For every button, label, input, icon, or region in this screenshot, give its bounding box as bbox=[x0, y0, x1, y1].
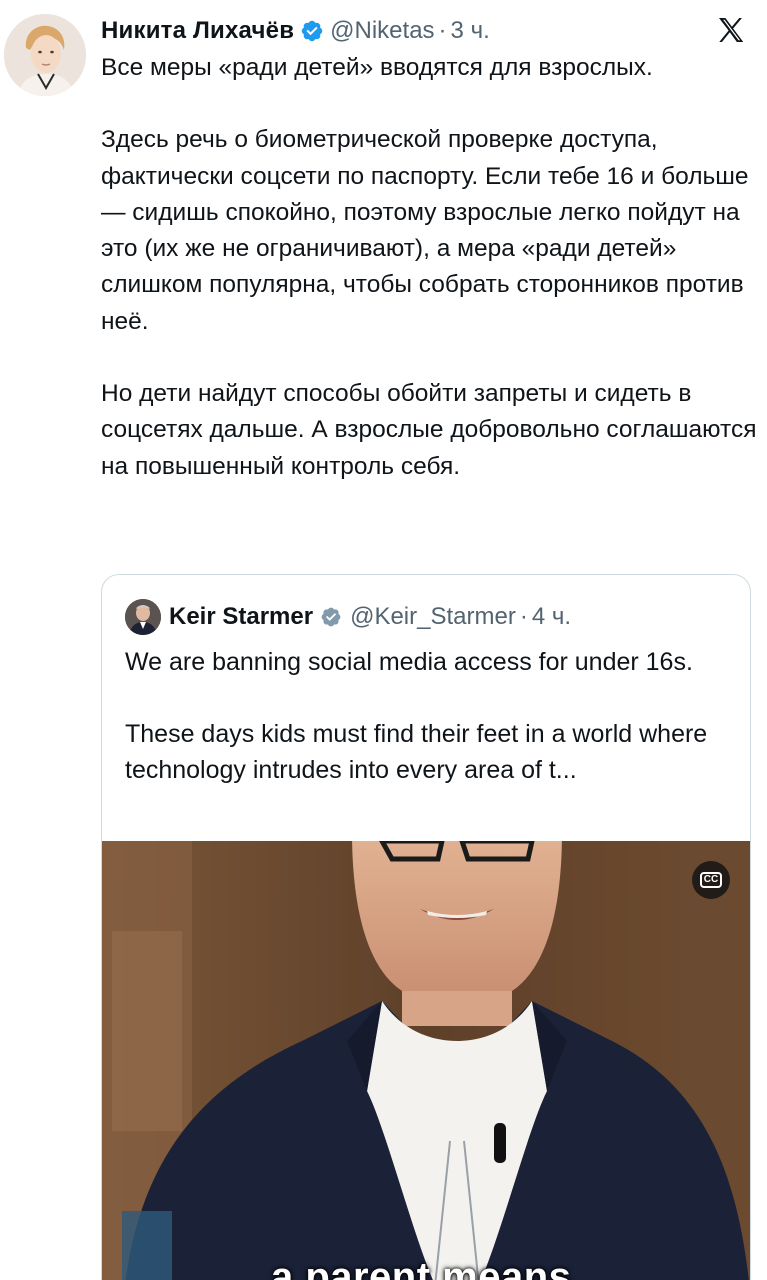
separator-dot: · bbox=[438, 17, 447, 44]
quoted-paragraph: These days kids must find their feet in … bbox=[125, 720, 708, 784]
tweet-header: Никита Лихачёв @Niketas · 3 ч. bbox=[101, 14, 490, 48]
quoted-tweet-text: We are banning social media access for u… bbox=[125, 644, 735, 788]
tweet-time[interactable]: 3 ч. bbox=[451, 17, 490, 45]
tweet-text: Все меры «ради детей» вводятся для взрос… bbox=[101, 50, 761, 485]
video-frame bbox=[102, 841, 750, 1280]
verified-badge-icon bbox=[301, 20, 323, 42]
author-avatar[interactable] bbox=[4, 14, 86, 96]
author-avatar-image bbox=[4, 14, 86, 96]
quoted-author-name[interactable]: Keir Starmer bbox=[169, 603, 313, 631]
quoted-tweet-card[interactable]: Keir Starmer @Keir_Starmer · 4 ч. We are… bbox=[101, 574, 751, 1280]
quoted-tweet-header: Keir Starmer @Keir_Starmer · 4 ч. bbox=[125, 598, 571, 636]
tweet: Никита Лихачёв @Niketas · 3 ч. Все меры … bbox=[0, 0, 767, 1280]
quoted-author-handle[interactable]: @Keir_Starmer bbox=[350, 603, 516, 631]
video-caption: a parent means. bbox=[270, 1255, 584, 1280]
separator-dot: · bbox=[519, 603, 528, 630]
tweet-paragraph: Все меры «ради детей» вводятся для взрос… bbox=[101, 54, 653, 81]
quoted-author-avatar-image bbox=[125, 599, 161, 635]
tweet-paragraph: Но дети найдут способы обойти запреты и … bbox=[101, 380, 757, 480]
quoted-paragraph: We are banning social media access for u… bbox=[125, 648, 693, 676]
author-handle[interactable]: @Niketas bbox=[330, 17, 434, 45]
closed-captions-icon[interactable]: CC bbox=[692, 861, 730, 899]
video-player[interactable]: CC a parent means. bbox=[102, 841, 750, 1280]
tweet-paragraph: Здесь речь о биометрической проверке дос… bbox=[101, 126, 749, 335]
cc-label: CC bbox=[699, 872, 723, 888]
quoted-author-avatar[interactable] bbox=[125, 599, 161, 635]
quoted-tweet-time[interactable]: 4 ч. bbox=[532, 603, 571, 631]
x-logo-icon[interactable] bbox=[714, 14, 748, 46]
quoted-verified-badge-icon bbox=[321, 607, 341, 627]
author-name[interactable]: Никита Лихачёв bbox=[101, 17, 294, 45]
